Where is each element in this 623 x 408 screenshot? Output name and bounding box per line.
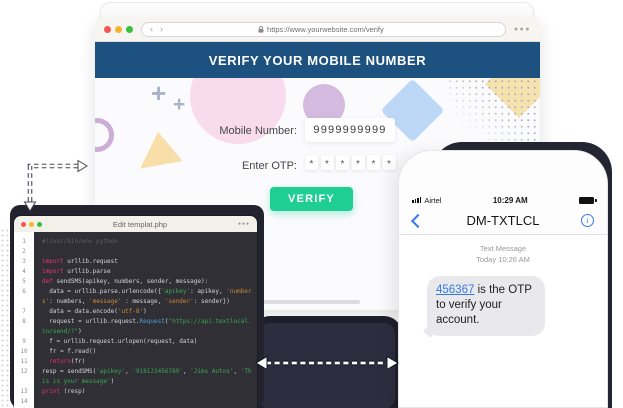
screenshot-canvas: ‹ › https://www.yourwebsite.com/verify ●●… xyxy=(0,0,623,408)
sms-sender-title: DM-TXTLCL xyxy=(466,213,540,228)
page-title: VERIFY YOUR MOBILE NUMBER xyxy=(208,52,427,68)
line-number: 12 xyxy=(20,368,28,375)
code-line: 11 return(fr) xyxy=(14,357,257,367)
otp-box[interactable]: * xyxy=(367,155,380,170)
code-line: 10 fr = f.read() xyxy=(14,347,257,357)
editor-menu-icon[interactable]: ●●● xyxy=(238,221,250,227)
elbow-arrow xyxy=(23,159,88,212)
close-window-button[interactable] xyxy=(21,221,26,227)
browser-chrome: ‹ › https://www.yourwebsite.com/verify ●●… xyxy=(95,18,540,42)
code-line: 4 import urllib.parse xyxy=(14,267,257,277)
carrier-label: Airtel xyxy=(424,195,442,205)
browser-nav-chevrons: ‹ › xyxy=(150,25,163,34)
otp-row: * * * * * * xyxy=(305,155,396,170)
line-number: 10 xyxy=(20,348,28,355)
code-line: 13 print (resp) xyxy=(14,387,257,397)
line-number: 13 xyxy=(20,388,28,395)
decor-dots-pattern xyxy=(447,78,537,144)
code-line: 7 data = data.encode('utf-8') xyxy=(14,307,257,317)
status-time: 10:29 AM xyxy=(492,195,528,205)
code-line: 2 xyxy=(14,247,257,257)
otp-code-link[interactable]: 456367 xyxy=(436,284,474,296)
decor-plus-icon: + xyxy=(173,93,186,116)
otp-box[interactable]: * xyxy=(351,155,365,170)
close-window-button[interactable] xyxy=(104,26,111,33)
line-number: 11 xyxy=(20,358,28,365)
sms-bubble-wrap: 456367 is the OTP to verify your account… xyxy=(422,275,545,339)
code-line: 6 data = urllib.parse.urlencode({'apikey… xyxy=(14,287,257,307)
code-line: 5 def sendSMS(apikey, numbers, sender, me… xyxy=(14,277,257,287)
code-line: 1 #!/usr/bin/env python xyxy=(14,237,257,247)
zoom-window-button[interactable] xyxy=(37,221,42,227)
line-number: 14 xyxy=(20,398,28,405)
dark-backdrop-panel xyxy=(252,316,402,408)
editor-window-controls xyxy=(21,221,42,227)
minimize-window-button[interactable] xyxy=(115,26,122,33)
browser-menu-icon[interactable]: ●●● xyxy=(514,26,531,33)
messages-nav-bar: DM-TXTLCL i xyxy=(399,207,607,234)
mobile-number-input[interactable]: 9999999999 xyxy=(305,118,395,142)
phone-header: Airtel 10:29 AM DM-TXTLCL i xyxy=(399,151,607,235)
window-controls xyxy=(104,26,133,33)
code-line: 12 resp = sendSMS('apikey', '918123456789… xyxy=(14,367,257,387)
phone-status-bar: Airtel 10:29 AM xyxy=(399,193,607,207)
signal-strength-icon xyxy=(412,197,422,203)
code-line: 14 xyxy=(14,397,257,407)
code-line: 8 request = urllib.request.Request("http… xyxy=(14,317,257,337)
decor-left-dots-pattern xyxy=(0,228,10,408)
decor-plus-icon: + xyxy=(151,78,167,108)
code-lines: 1 #!/usr/bin/env python 2 3 import urllib.re… xyxy=(14,232,257,408)
minimize-window-button[interactable] xyxy=(29,221,34,227)
code-line: 9 f = urllib.request.urlopen(request, da… xyxy=(14,337,257,347)
mobile-number-label: Mobile Number: xyxy=(219,125,297,137)
thread-meta: Text Message Today 10:26 AM xyxy=(399,244,607,266)
code-line: 3 import urllib.request xyxy=(14,257,257,267)
otp-box[interactable]: * xyxy=(382,155,396,170)
window-bottom-pill xyxy=(263,300,360,304)
zoom-window-button[interactable] xyxy=(126,26,133,33)
back-icon[interactable]: ‹ xyxy=(150,25,153,34)
line-number: 4 xyxy=(22,268,26,275)
url-text: https://www.yourwebsite.com/verify xyxy=(267,25,384,34)
info-icon[interactable]: i xyxy=(581,214,594,227)
editor-title: Edit templat.php xyxy=(112,219,168,229)
line-number: 9 xyxy=(22,338,26,345)
otp-box[interactable]: * xyxy=(336,155,349,170)
back-chevron-icon[interactable] xyxy=(410,213,426,229)
thread-label: Text Message xyxy=(479,244,527,253)
page-banner: VERIFY YOUR MOBILE NUMBER xyxy=(95,42,540,78)
thread-timestamp: Today 10:26 AM xyxy=(476,254,530,264)
otp-box[interactable]: * xyxy=(305,155,318,170)
line-number: 6 xyxy=(22,288,26,295)
line-number: 7 xyxy=(22,308,26,315)
line-number: 5 xyxy=(22,278,26,285)
lock-icon xyxy=(258,26,264,33)
battery-icon xyxy=(579,196,597,204)
editor-titlebar: Edit templat.php ●●● xyxy=(14,216,257,232)
line-number: 3 xyxy=(22,258,26,265)
line-number: 8 xyxy=(22,318,26,325)
line-number: 2 xyxy=(22,248,26,255)
decor-ring-circle xyxy=(95,118,114,152)
code-editor-window: Edit templat.php ●●● 1 #!/usr/bin/env pyt… xyxy=(14,216,257,408)
otp-box[interactable]: * xyxy=(320,155,334,170)
phone-mockup: Airtel 10:29 AM DM-TXTLCL i Text Message… xyxy=(398,150,608,408)
sms-message-bubble: 456367 is the OTP to verify your account… xyxy=(427,275,545,337)
verify-button[interactable]: VERIFY xyxy=(270,187,353,211)
address-bar[interactable]: ‹ › https://www.yourwebsite.com/verify xyxy=(141,22,506,37)
enter-otp-label: Enter OTP: xyxy=(241,160,297,172)
line-number: 1 xyxy=(22,238,26,245)
